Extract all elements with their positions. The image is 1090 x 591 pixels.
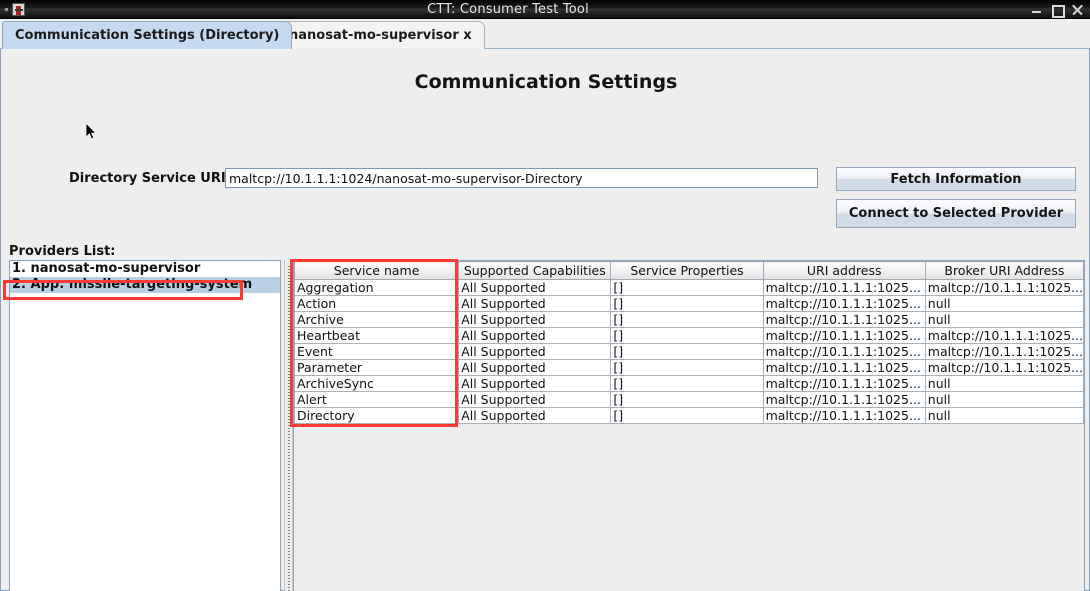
cell-uri-address[interactable]: maltcp://10.1.1.1:1025... [762,295,926,312]
cell-supported-capabilities[interactable]: All Supported [458,407,612,424]
cell-supported-capabilities[interactable]: All Supported [458,327,612,344]
window-controls [1031,4,1082,18]
cell-supported-capabilities[interactable]: All Supported [458,375,612,392]
services-table-body: Aggregation All Supported [] maltcp://10… [294,279,1084,424]
cell-service-properties[interactable]: [] [610,359,764,376]
table-row[interactable]: Heartbeat All Supported [] maltcp://10.1… [294,327,1084,344]
cell-supported-capabilities[interactable]: All Supported [458,311,612,328]
cell-service-name[interactable]: Action [294,295,460,312]
table-row[interactable]: Aggregation All Supported [] maltcp://10… [294,279,1084,296]
cell-service-name[interactable]: Parameter [294,359,460,376]
application-window: CTT: Consumer Test Tool Communication Se… [0,0,1090,591]
table-row[interactable]: ArchiveSync All Supported [] maltcp://10… [294,375,1084,392]
cell-service-name[interactable]: Alert [294,391,460,408]
column-header-uri-address[interactable]: URI address [762,261,926,280]
cell-service-name[interactable]: ArchiveSync [294,375,460,392]
cell-broker-uri-address[interactable]: null [924,311,1084,328]
tab-nanosat-mo-supervisor[interactable]: nanosat-mo-supervisor x [276,21,485,49]
directory-service-uri-input[interactable] [225,168,818,188]
column-header-service-properties[interactable]: Service Properties [610,261,764,280]
cell-service-properties[interactable]: [] [610,407,764,424]
table-row[interactable]: Parameter All Supported [] maltcp://10.1… [294,359,1084,376]
maximize-icon[interactable] [1051,4,1065,18]
cell-broker-uri-address[interactable]: maltcp://10.1.1.1:1025... [924,359,1084,376]
cell-broker-uri-address[interactable]: null [924,407,1084,424]
cell-service-properties[interactable]: [] [610,279,764,296]
table-row[interactable]: Archive All Supported [] maltcp://10.1.1… [294,311,1084,328]
cell-service-properties[interactable]: [] [610,375,764,392]
cell-broker-uri-address[interactable]: null [924,295,1084,312]
cell-broker-uri-address[interactable]: maltcp://10.1.1.1:1025... [924,327,1084,344]
cell-uri-address[interactable]: maltcp://10.1.1.1:1025... [762,327,926,344]
tab-bar: Communication Settings (Directory) nanos… [0,19,1090,49]
cell-supported-capabilities[interactable]: All Supported [458,343,612,360]
providers-list-label: Providers List: [9,244,116,259]
cell-service-name[interactable]: Archive [294,311,460,328]
close-icon[interactable] [1071,4,1082,15]
connect-to-selected-provider-button[interactable]: Connect to Selected Provider [836,199,1076,228]
page-title: Communication Settings [414,71,678,93]
cell-service-properties[interactable]: [] [610,311,764,328]
cell-supported-capabilities[interactable]: All Supported [458,391,612,408]
column-header-supported-capabilities[interactable]: Supported Capabilities [458,261,612,280]
cell-broker-uri-address[interactable]: maltcp://10.1.1.1:1025... [924,279,1084,296]
cell-uri-address[interactable]: maltcp://10.1.1.1:1025... [762,343,926,360]
split-pane-divider[interactable] [284,260,293,591]
cell-service-name[interactable]: Aggregation [294,279,460,296]
cell-service-properties[interactable]: [] [610,343,764,360]
list-item[interactable]: 1. nanosat-mo-supervisor [10,261,280,277]
cell-service-properties[interactable]: [] [610,327,764,344]
content-pane: Communication Settings Directory Service… [0,49,1090,591]
cell-uri-address[interactable]: maltcp://10.1.1.1:1025... [762,279,926,296]
cell-uri-address[interactable]: maltcp://10.1.1.1:1025... [762,375,926,392]
cell-service-properties[interactable]: [] [610,391,764,408]
cell-supported-capabilities[interactable]: All Supported [458,295,612,312]
cell-uri-address[interactable]: maltcp://10.1.1.1:1025... [762,311,926,328]
table-row[interactable]: Directory All Supported [] maltcp://10.1… [294,407,1084,424]
fetch-information-button[interactable]: Fetch Information [836,167,1076,191]
column-header-service-name[interactable]: Service name [294,261,460,280]
tab-label: Communication Settings (Directory) [15,28,280,43]
cell-supported-capabilities[interactable]: All Supported [458,359,612,376]
cell-service-name[interactable]: Heartbeat [294,327,460,344]
title-bar: CTT: Consumer Test Tool [0,0,1090,19]
services-table-container: Service name Supported Capabilities Serv… [293,260,1085,591]
cell-service-properties[interactable]: [] [610,295,764,312]
column-header-broker-uri-address[interactable]: Broker URI Address [924,261,1084,280]
cell-uri-address[interactable]: maltcp://10.1.1.1:1025... [762,407,926,424]
table-row[interactable]: Alert All Supported [] maltcp://10.1.1.1… [294,391,1084,408]
minimize-icon[interactable] [1031,4,1042,15]
cell-broker-uri-address[interactable]: null [924,391,1084,408]
table-header-row: Service name Supported Capabilities Serv… [294,261,1084,280]
tab-label: nanosat-mo-supervisor x [289,28,472,43]
table-row[interactable]: Event All Supported [] maltcp://10.1.1.1… [294,343,1084,360]
cell-supported-capabilities[interactable]: All Supported [458,279,612,296]
services-table: Service name Supported Capabilities Serv… [294,261,1084,424]
cell-uri-address[interactable]: maltcp://10.1.1.1:1025... [762,359,926,376]
cell-uri-address[interactable]: maltcp://10.1.1.1:1025... [762,391,926,408]
divider-grip [288,266,290,591]
cell-broker-uri-address[interactable]: maltcp://10.1.1.1:1025... [924,343,1084,360]
table-row[interactable]: Action All Supported [] maltcp://10.1.1.… [294,295,1084,312]
app-icon [12,2,25,16]
mouse-cursor-icon [86,123,97,140]
tab-communication-settings[interactable]: Communication Settings (Directory) [2,21,293,49]
directory-service-uri-label: Directory Service URI: [69,171,231,186]
list-item[interactable]: 2. App: missile-targeting-system [10,277,280,293]
cell-service-name[interactable]: Directory [294,407,460,424]
cell-service-name[interactable]: Event [294,343,460,360]
window-title: CTT: Consumer Test Tool [427,1,589,17]
cell-broker-uri-address[interactable]: null [924,375,1084,392]
providers-list[interactable]: 1. nanosat-mo-supervisor 2. App: missile… [9,260,281,591]
